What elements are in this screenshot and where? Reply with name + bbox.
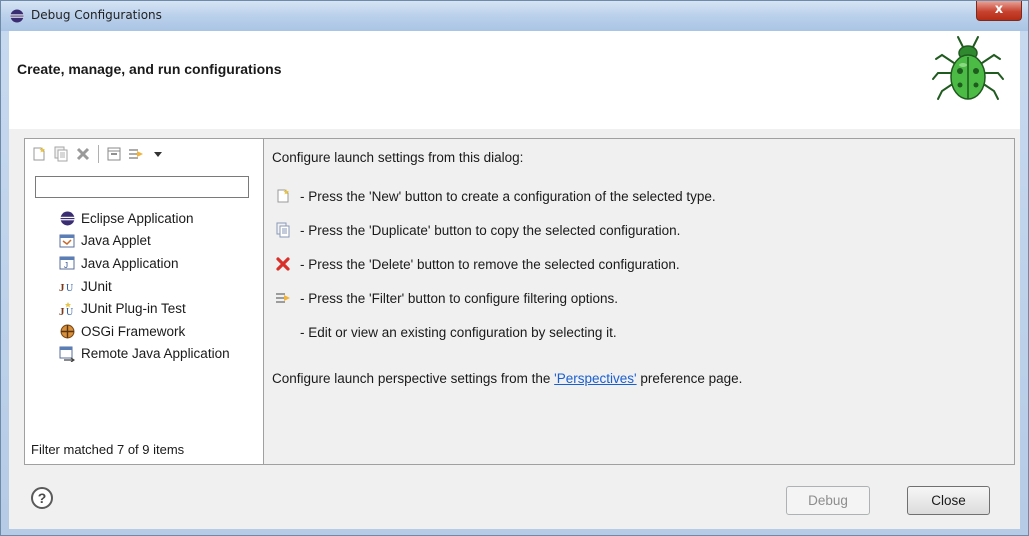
- help-lines: - Press the 'New' button to create a con…: [274, 179, 716, 349]
- filter-icon: [129, 149, 143, 159]
- collapse-icon: [107, 147, 121, 161]
- svg-text:U: U: [66, 283, 74, 294]
- tree-item-remote-java-application[interactable]: Remote Java Application: [59, 343, 230, 366]
- tree-item-junit-plugin-test[interactable]: JU JUnit Plug-in Test: [59, 297, 230, 320]
- help-line-text: - Press the 'Delete' button to remove th…: [300, 256, 680, 272]
- java-applet-icon: [59, 234, 75, 248]
- list-toolbar: [29, 143, 168, 165]
- tree-item-label: Java Application: [81, 255, 179, 271]
- tree-item-eclipse-application[interactable]: Eclipse Application: [59, 207, 230, 230]
- filter-input[interactable]: [35, 176, 249, 198]
- tree-item-junit[interactable]: JU JUnit: [59, 275, 230, 298]
- dialog-body: Eclipse Application Java Applet J Java A…: [9, 129, 1020, 529]
- delete-icon: [76, 147, 90, 161]
- duplicate-icon: [276, 222, 290, 238]
- configuration-type-tree: Eclipse Application Java Applet J Java A…: [59, 207, 230, 365]
- tree-item-label: Remote Java Application: [81, 346, 230, 362]
- svg-text:J: J: [59, 282, 65, 294]
- tree-item-java-application[interactable]: J Java Application: [59, 252, 230, 275]
- help-line-edit: - Edit or view an existing configuration…: [274, 315, 716, 349]
- dialog-header: Create, manage, and run configurations: [9, 31, 1020, 130]
- duplicate-config-button[interactable]: [51, 144, 71, 164]
- collapse-all-button[interactable]: [104, 144, 124, 164]
- filter-status-text: Filter matched 7 of 9 items: [31, 442, 185, 457]
- perspectives-link[interactable]: 'Perspectives': [554, 371, 636, 386]
- help-button[interactable]: ?: [31, 487, 53, 509]
- configuration-list-panel: Eclipse Application Java Applet J Java A…: [24, 138, 264, 465]
- help-line-new: - Press the 'New' button to create a con…: [274, 179, 716, 213]
- debug-configurations-window: Debug Configurations x Create, manage, a…: [0, 0, 1029, 536]
- tree-item-label: JUnit: [81, 278, 112, 294]
- help-line-delete: - Press the 'Delete' button to remove th…: [274, 247, 716, 281]
- tree-item-osgi-framework[interactable]: OSGi Framework: [59, 320, 230, 343]
- delete-config-button[interactable]: [73, 144, 93, 164]
- tree-item-label: OSGi Framework: [81, 323, 186, 339]
- debug-button[interactable]: Debug: [786, 486, 870, 515]
- intro-text: Configure launch settings from this dial…: [272, 150, 524, 165]
- dialog-heading: Create, manage, and run configurations: [17, 61, 282, 77]
- duplicate-icon: [54, 146, 68, 162]
- java-application-icon: J: [59, 256, 75, 270]
- svg-text:J: J: [59, 306, 65, 317]
- new-icon: [277, 189, 289, 203]
- tree-item-java-applet[interactable]: Java Applet: [59, 230, 230, 253]
- svg-text:U: U: [66, 307, 74, 317]
- perspective-settings-text: Configure launch perspective settings fr…: [272, 371, 742, 386]
- tree-item-label: Java Applet: [81, 233, 151, 249]
- dropdown-arrow-icon: [154, 152, 162, 157]
- perspective-prefix: Configure launch perspective settings fr…: [272, 371, 555, 386]
- bug-icon: [932, 36, 1004, 100]
- help-line-duplicate: - Press the 'Duplicate' button to copy t…: [274, 213, 716, 247]
- title-bar[interactable]: Debug Configurations x: [1, 1, 1028, 31]
- perspective-suffix: preference page.: [636, 371, 743, 386]
- help-line-filter: - Press the 'Filter' button to configure…: [274, 281, 716, 315]
- eclipse-app-icon: [60, 211, 74, 226]
- eclipse-app-icon: [10, 9, 24, 23]
- close-button[interactable]: Close: [907, 486, 990, 515]
- osgi-icon: [60, 324, 74, 339]
- help-line-text: - Edit or view an existing configuration…: [300, 324, 617, 340]
- junit-icon: JU: [59, 282, 74, 294]
- toolbar-separator: [98, 145, 99, 163]
- remote-java-icon: [59, 346, 75, 362]
- view-menu-button[interactable]: [148, 144, 168, 164]
- help-line-text: - Press the 'Duplicate' button to copy t…: [300, 222, 681, 238]
- delete-icon: [276, 257, 290, 271]
- tree-item-label: Eclipse Application: [81, 210, 194, 226]
- tree-item-label: JUnit Plug-in Test: [81, 301, 186, 317]
- new-config-button[interactable]: [29, 144, 49, 164]
- window-close-button[interactable]: x: [976, 1, 1022, 21]
- help-line-text: - Press the 'Filter' button to configure…: [300, 290, 619, 306]
- dialog-footer: ? Debug Close: [9, 469, 1020, 529]
- svg-text:J: J: [64, 261, 68, 270]
- junit-plugin-icon: JU: [59, 301, 74, 317]
- filter-config-button[interactable]: [126, 144, 146, 164]
- new-icon: [33, 147, 45, 161]
- filter-icon: [276, 293, 290, 303]
- window-title: Debug Configurations: [31, 8, 162, 22]
- help-line-text: - Press the 'New' button to create a con…: [300, 188, 716, 204]
- configuration-help-panel: Configure launch settings from this dial…: [263, 138, 1015, 465]
